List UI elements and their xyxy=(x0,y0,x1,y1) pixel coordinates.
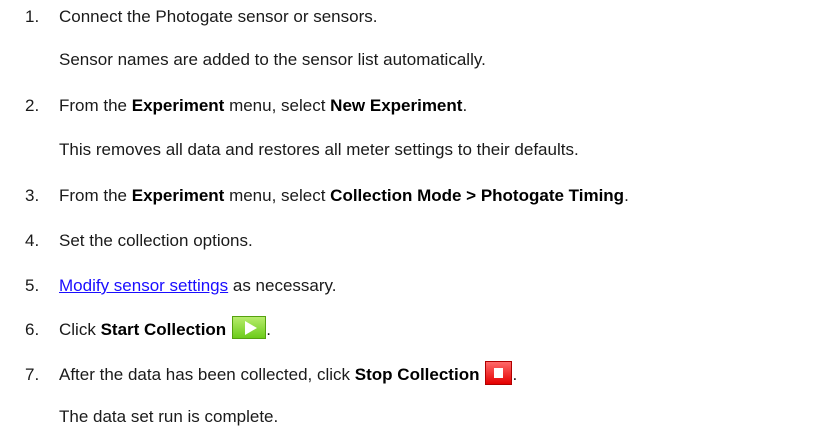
step-text: Set the collection options. xyxy=(59,231,253,250)
menu-name-experiment: Experiment xyxy=(131,96,225,115)
step-6: 6. Click Start Collection. xyxy=(0,316,832,342)
modify-sensor-settings-link[interactable]: Modify sensor settings xyxy=(59,276,228,295)
step-5: 5. Modify sensor settings as necessary. xyxy=(0,274,832,298)
step-number: 1. xyxy=(25,7,40,26)
menu-path-collection-mode: Collection Mode > Photogate Timing xyxy=(330,186,625,205)
text-part: After the data has been collected, click xyxy=(59,365,355,384)
step-number: 6. xyxy=(25,320,40,339)
step-2: 2. From the Experiment menu, select New … xyxy=(0,94,832,118)
step-text: From the Experiment menu, select Collect… xyxy=(59,184,629,208)
start-collection-play-icon[interactable] xyxy=(232,316,267,340)
text-part: menu, select xyxy=(224,186,331,205)
step-text: From the Experiment menu, select New Exp… xyxy=(59,94,467,118)
step-1: 1. Connect the Photogate sensor or senso… xyxy=(0,5,832,29)
text-part: From the xyxy=(59,186,132,205)
text-part: From the xyxy=(59,96,132,115)
step-number: 5. xyxy=(25,276,40,295)
text-part: menu, select xyxy=(224,96,331,115)
step-3: 3. From the Experiment menu, select Coll… xyxy=(0,184,832,208)
step-number: 7. xyxy=(25,365,40,384)
stop-collection-stop-icon[interactable] xyxy=(485,360,513,385)
text-part: . xyxy=(512,365,518,384)
text-part: as necessary. xyxy=(228,276,337,295)
step-text: Click Start Collection. xyxy=(59,316,271,342)
stop-collection-label: Stop Collection xyxy=(354,365,480,384)
step-2-note: This removes all data and restores all m… xyxy=(59,140,579,159)
step-7-note: The data set run is complete. xyxy=(59,407,279,426)
step-text: Connect the Photogate sensor or sensors. xyxy=(59,7,378,26)
start-collection-label: Start Collection xyxy=(100,320,227,339)
instructions-page: 1. Connect the Photogate sensor or senso… xyxy=(0,0,832,429)
text-part: . xyxy=(462,96,468,115)
step-1-note: Sensor names are added to the sensor lis… xyxy=(59,50,486,69)
step-number: 4. xyxy=(25,231,40,250)
text-part: . xyxy=(624,186,629,205)
step-text: After the data has been collected, click… xyxy=(59,360,518,388)
text-part: Click xyxy=(59,320,101,339)
menu-name-experiment: Experiment xyxy=(131,186,225,205)
step-number: 3. xyxy=(25,186,40,205)
menu-item-new-experiment: New Experiment xyxy=(330,96,463,115)
step-number: 2. xyxy=(25,96,40,115)
step-7: 7. After the data has been collected, cl… xyxy=(0,360,832,388)
step-text: Modify sensor settings as necessary. xyxy=(59,274,336,298)
step-4: 4. Set the collection options. xyxy=(0,229,832,253)
text-part: . xyxy=(266,320,271,339)
